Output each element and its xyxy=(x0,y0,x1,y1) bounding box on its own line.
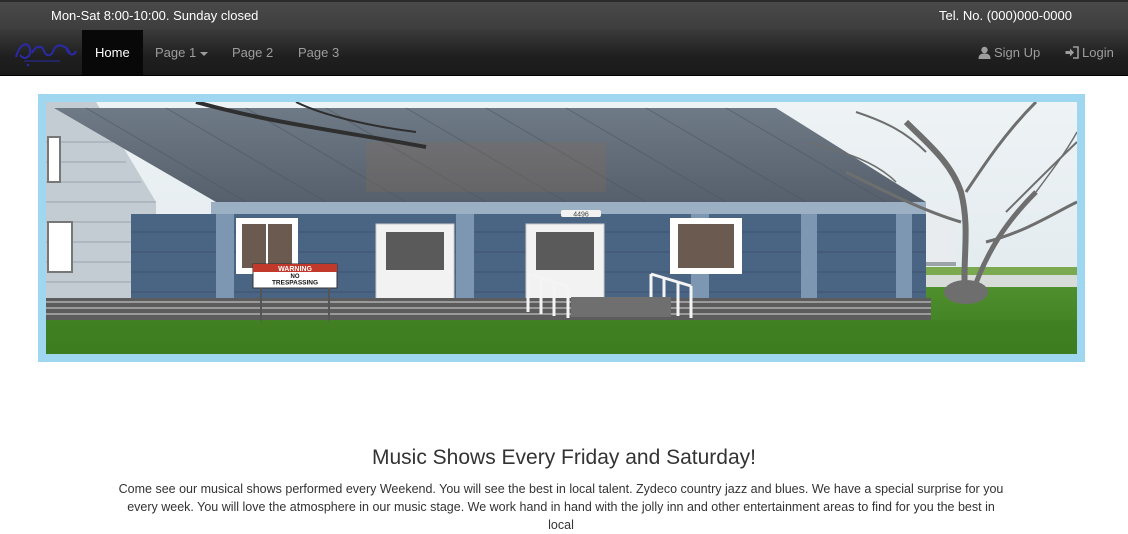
login-icon xyxy=(1065,46,1079,59)
house-number: 4496 xyxy=(573,212,589,219)
intro-paragraph: Come see our musical shows performed eve… xyxy=(118,482,1004,532)
nav-page-2[interactable]: Page 2 xyxy=(219,30,286,75)
signup-link[interactable]: Sign Up xyxy=(978,30,1040,75)
top-info-bar: Mon-Sat 8:00-10:00. Sunday closed Tel. N… xyxy=(0,0,1128,30)
nav-home[interactable]: Home xyxy=(82,30,143,75)
sign-warning: WARNING xyxy=(278,266,312,273)
main-navbar: Home Page 1 Page 2 Page 3 Sign Up Login xyxy=(0,30,1128,76)
brand-logo[interactable] xyxy=(10,35,80,71)
nav-page-1-label: Page 1 xyxy=(155,45,197,60)
house-photo: 4496 WARNING NO TRESPASSING xyxy=(46,102,1077,354)
nav-page-1-dropdown[interactable]: Page 1 xyxy=(142,30,221,75)
user-icon xyxy=(978,46,991,59)
caret-down-icon xyxy=(200,51,209,56)
login-link[interactable]: Login xyxy=(1065,30,1114,75)
signup-label: Sign Up xyxy=(994,45,1041,60)
nav-page-3[interactable]: Page 3 xyxy=(285,30,352,75)
login-label: Login xyxy=(1082,45,1114,60)
phone-number: Tel. No. (000)000-0000 xyxy=(939,8,1072,23)
opening-hours: Mon-Sat 8:00-10:00. Sunday closed xyxy=(51,8,259,23)
sign-trespassing: TRESPASSING xyxy=(272,280,318,287)
page-headline: Music Shows Every Friday and Saturday! xyxy=(372,446,756,469)
hero-banner: 4496 WARNING NO TRESPASSING xyxy=(38,94,1085,362)
